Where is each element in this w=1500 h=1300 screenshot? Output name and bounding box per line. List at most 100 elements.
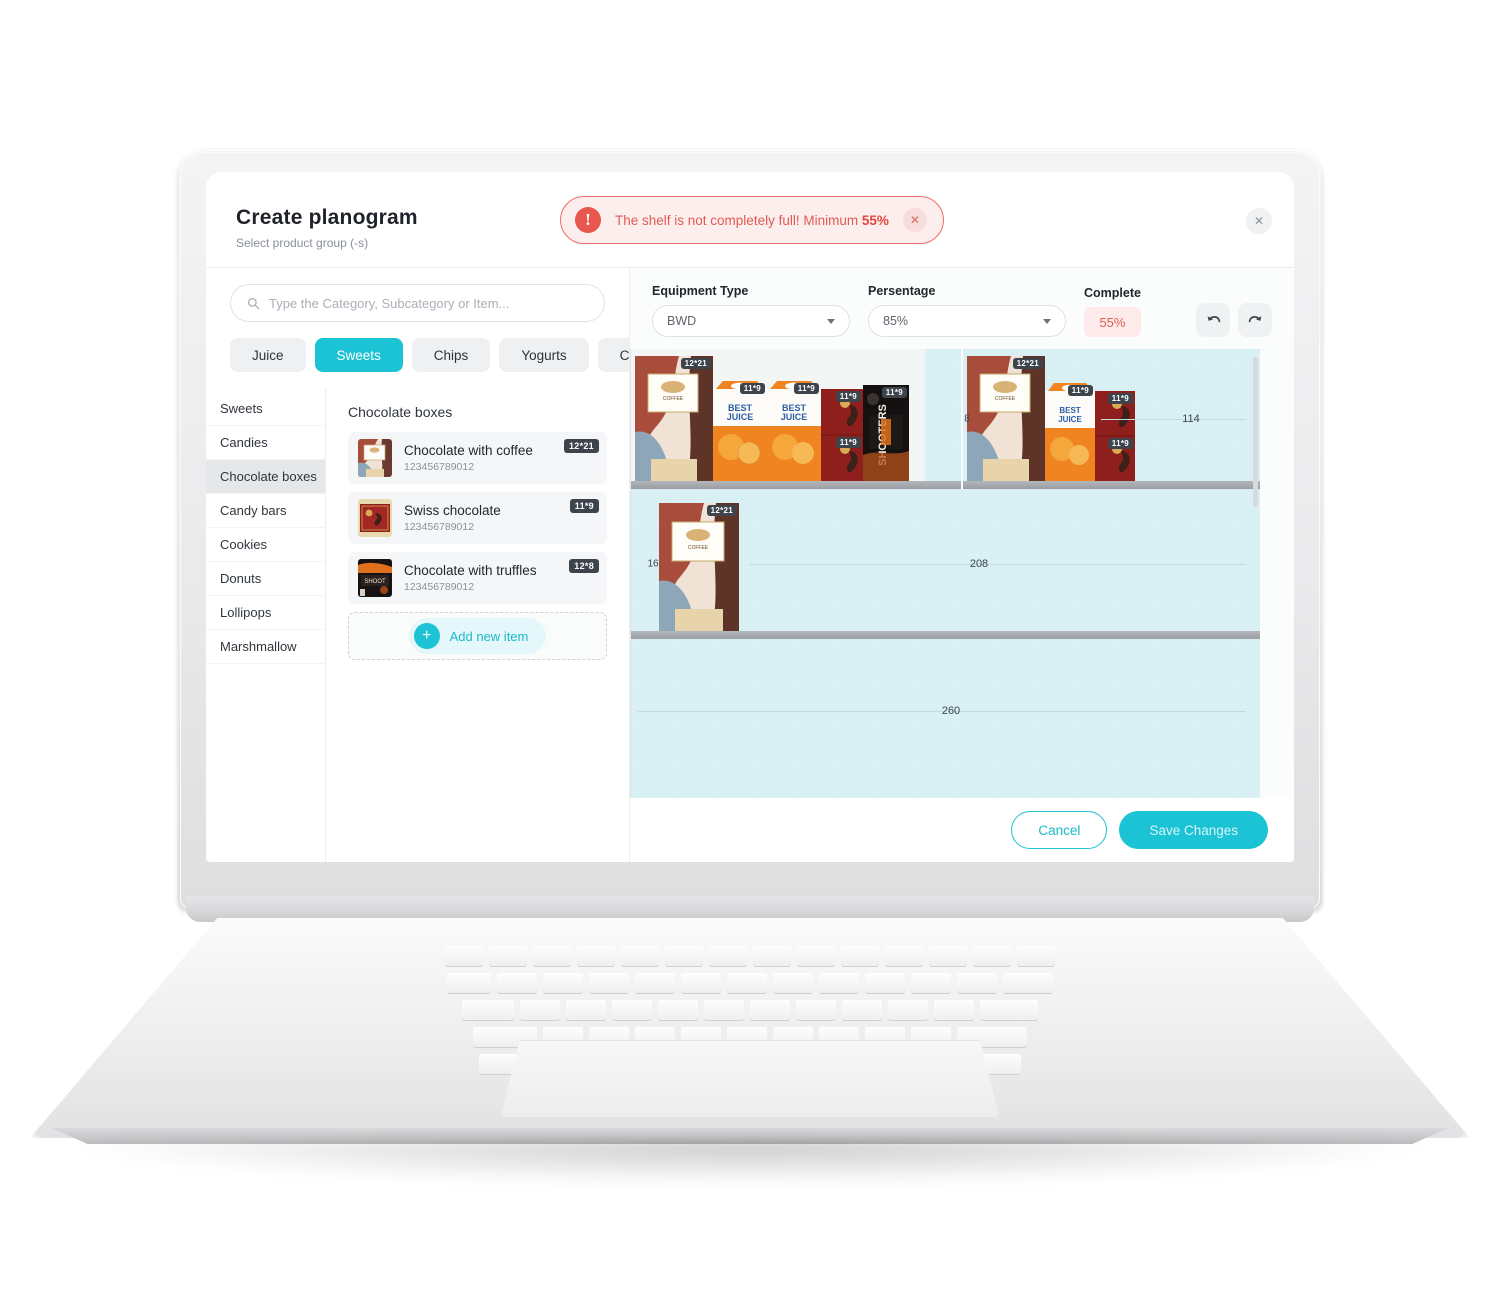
planogram-grid[interactable]: COFFEE 12*21 BEST JUICE 11*9 BEST JUICE … bbox=[630, 349, 1260, 798]
tab-sweets[interactable]: Sweets bbox=[314, 338, 403, 372]
add-new-item-label: Add new item bbox=[449, 628, 529, 644]
equipment-type-field: Equipment Type BWD bbox=[652, 284, 850, 337]
add-new-item-pill: + Add new item bbox=[408, 618, 547, 654]
sidebar-item-label: Chocolate boxes bbox=[220, 469, 317, 484]
chevron-down-icon bbox=[1043, 318, 1051, 324]
product-name: Chocolate with coffee bbox=[404, 443, 533, 458]
product-size-badge: 11*9 bbox=[835, 437, 861, 448]
subcategory-list: Sweets Candies Chocolate boxes Candy bar… bbox=[206, 388, 326, 862]
planogram-product[interactable]: BEST JUICE 11*9 bbox=[713, 381, 767, 481]
shelf-section-divider bbox=[961, 349, 963, 489]
shelf-bar bbox=[631, 481, 1260, 489]
tab-category-overflow[interactable]: Categ bbox=[597, 338, 629, 372]
alert-message: The shelf is not completely full! Minimu… bbox=[615, 213, 889, 228]
sidebar-item-label: Cookies bbox=[220, 537, 267, 552]
planogram-product[interactable]: COFFEE 12*21 bbox=[967, 356, 1045, 481]
svg-text:COFFEE: COFFEE bbox=[663, 396, 684, 402]
product-size-badge: 12*21 bbox=[706, 505, 737, 516]
shelf-warning-banner: ! The shelf is not completely full! Mini… bbox=[560, 196, 944, 244]
add-new-item-button[interactable]: + Add new item bbox=[348, 612, 607, 660]
sidebar-item-label: Sweets bbox=[220, 401, 263, 416]
svg-text:JUICE: JUICE bbox=[781, 412, 808, 422]
page-subtitle: Select product group (-s) bbox=[236, 236, 369, 250]
search-box[interactable] bbox=[230, 284, 605, 322]
shelf-dim-center: 114 bbox=[1182, 413, 1200, 425]
sidebar-item-label: Candies bbox=[220, 435, 268, 450]
shelf-row[interactable]: COFFEE 12*21 BEST JUICE 11*9 BEST JUICE … bbox=[631, 349, 1260, 489]
alert-message-value: 55% bbox=[861, 212, 889, 228]
product-name: Chocolate with truffles bbox=[404, 563, 537, 578]
laptop-shadow bbox=[60, 1140, 1440, 1186]
shelf-row[interactable]: 260 bbox=[631, 639, 1260, 798]
search-section bbox=[206, 268, 629, 322]
tab-juice-label: Juice bbox=[252, 347, 284, 363]
redo-icon bbox=[1248, 315, 1261, 322]
sidebar-item-chocolate-boxes[interactable]: Chocolate boxes bbox=[206, 460, 325, 494]
list-item[interactable]: Chocolate with coffee 123456789012 12*21 bbox=[348, 432, 607, 484]
percentage-field: Persentage 85% bbox=[868, 284, 1066, 337]
save-changes-button[interactable]: Save Changes bbox=[1119, 811, 1268, 849]
product-texts: Swiss chocolate 123456789012 bbox=[404, 503, 501, 533]
sidebar-item-cookies[interactable]: Cookies bbox=[206, 528, 325, 562]
save-changes-label: Save Changes bbox=[1149, 822, 1238, 838]
list-item[interactable]: SHOOT Chocolate with truffles 1234567890… bbox=[348, 552, 607, 604]
shelf-dim-inner: 8 bbox=[964, 413, 970, 425]
undo-button[interactable] bbox=[1196, 303, 1230, 337]
planogram-product[interactable]: BEST JUICE 11*9 bbox=[767, 381, 821, 481]
laptop-screen: Create planogram Select product group (-… bbox=[206, 172, 1294, 862]
search-icon bbox=[247, 297, 260, 309]
planogram-product[interactable]: COFFEE 12*21 bbox=[659, 503, 739, 631]
tab-chips[interactable]: Chips bbox=[411, 338, 491, 372]
shelf-dim-center: 260 bbox=[941, 705, 961, 717]
equipment-type-select[interactable]: BWD bbox=[652, 305, 850, 337]
left-pane: Juice Sweets Chips Yogurts Categ Sweets … bbox=[206, 268, 630, 862]
sidebar-item-candy-bars[interactable]: Candy bars bbox=[206, 494, 325, 528]
planogram-product[interactable]: COFFEE 12*21 bbox=[635, 356, 713, 481]
equipment-type-value: BWD bbox=[667, 314, 697, 328]
svg-text:JUICE: JUICE bbox=[1058, 415, 1082, 424]
shelf-row[interactable]: COFFEE 12*21 16 208 bbox=[631, 489, 1260, 639]
product-size-badge: 11*9 bbox=[835, 391, 861, 402]
alert-close-icon[interactable]: ✕ bbox=[902, 208, 927, 232]
planogram-scrollbar[interactable] bbox=[1253, 357, 1258, 507]
product-texts: Chocolate with truffles 123456789012 bbox=[404, 563, 537, 593]
svg-text:SHOOT: SHOOT bbox=[364, 579, 386, 585]
redo-button[interactable] bbox=[1238, 303, 1272, 337]
planogram-product[interactable]: 11*9 11*9 bbox=[1095, 391, 1135, 481]
planogram-product[interactable]: BEST JUICE 11*9 bbox=[1045, 383, 1095, 481]
sidebar-item-label: Marshmallow bbox=[220, 639, 297, 654]
right-pane: Equipment Type BWD Persentage 85% Comple… bbox=[630, 268, 1294, 862]
product-texts: Chocolate with coffee 123456789012 bbox=[404, 443, 533, 473]
laptop-mockup: Create planogram Select product group (-… bbox=[0, 0, 1500, 1300]
shelf-dim-inner: 16 bbox=[647, 558, 659, 570]
tab-juice[interactable]: Juice bbox=[230, 338, 306, 372]
svg-text:COFFEE: COFFEE bbox=[995, 396, 1016, 402]
search-input[interactable] bbox=[269, 295, 588, 311]
planogram-product[interactable]: 11*9 11*9 bbox=[821, 389, 863, 481]
sidebar-item-sweets[interactable]: Sweets bbox=[206, 392, 325, 426]
complete-field: Complete 55% bbox=[1084, 286, 1141, 337]
sidebar-item-candies[interactable]: Candies bbox=[206, 426, 325, 460]
product-size-badge: 11*9 bbox=[739, 383, 765, 394]
complete-value-badge: 55% bbox=[1084, 307, 1141, 337]
undo-icon bbox=[1207, 315, 1220, 322]
history-buttons bbox=[1196, 303, 1272, 337]
alert-message-text: The shelf is not completely full! Minimu… bbox=[615, 212, 862, 228]
sidebar-item-lollipops[interactable]: Lollipops bbox=[206, 596, 325, 630]
product-code: 123456789012 bbox=[404, 521, 475, 533]
tab-yogurts[interactable]: Yogurts bbox=[499, 338, 589, 372]
percentage-select[interactable]: 85% bbox=[868, 305, 1066, 337]
product-list-pane: Chocolate boxes Chocolate with coffee 12… bbox=[326, 388, 629, 862]
cancel-button-label: Cancel bbox=[1038, 822, 1081, 838]
shelf-dimension-line bbox=[749, 564, 1246, 565]
dialog-close-icon[interactable]: ✕ bbox=[1246, 208, 1272, 234]
planogram-product[interactable]: SHOOTERS 11*9 bbox=[863, 385, 909, 481]
product-code: 123456789012 bbox=[404, 581, 475, 593]
product-thumbnail: SHOOT bbox=[358, 559, 392, 597]
list-item[interactable]: Swiss chocolate 123456789012 11*9 bbox=[348, 492, 607, 544]
sidebar-item-donuts[interactable]: Donuts bbox=[206, 562, 325, 596]
cancel-button[interactable]: Cancel bbox=[1011, 811, 1108, 849]
planogram-canvas[interactable]: COFFEE 12*21 BEST JUICE 11*9 BEST JUICE … bbox=[630, 349, 1272, 798]
tab-category-overflow-label: Categ bbox=[619, 347, 629, 363]
sidebar-item-marshmallow[interactable]: Marshmallow bbox=[206, 630, 325, 664]
